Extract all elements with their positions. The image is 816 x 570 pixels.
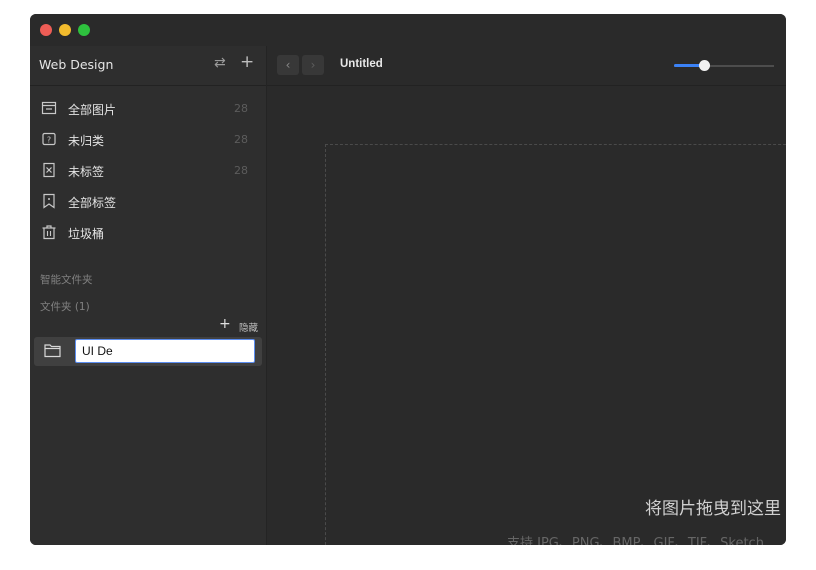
zoom-slider[interactable]	[674, 60, 774, 72]
back-button[interactable]: ‹	[277, 55, 299, 75]
minimize-window-button[interactable]	[59, 24, 71, 36]
sidebar-item-all-tags[interactable]: 全部标签	[30, 188, 266, 216]
zoom-slider-thumb[interactable]	[699, 60, 710, 71]
untagged-icon	[43, 162, 55, 178]
smart-folders-heading[interactable]: 智能文件夹	[40, 272, 93, 287]
add-folder-button[interactable]: +	[219, 316, 231, 332]
drop-zone-title: 将图片拖曳到这里	[645, 499, 781, 519]
page-title: Untitled	[340, 58, 383, 70]
trash-icon	[42, 225, 56, 240]
forward-button[interactable]: ›	[302, 55, 324, 75]
sidebar-item-trash[interactable]: 垃圾桶	[30, 219, 266, 247]
sidebar-item-label: 全部图片	[68, 103, 117, 117]
folders-heading[interactable]: 文件夹 (1)	[40, 299, 90, 314]
item-count: 28	[234, 164, 248, 177]
sidebar-item-label: 未标签	[68, 165, 105, 179]
sidebar-item-all-images[interactable]: 全部图片 28	[30, 95, 266, 123]
folder-item[interactable]	[34, 337, 262, 366]
all-tags-icon	[43, 193, 55, 209]
app-window: Web Design ⇄ + 全部图片 28 ? 未归类 28 未标签 28 全…	[30, 14, 786, 545]
item-count: 28	[234, 133, 248, 146]
toolbar: ‹ › Untitled	[267, 46, 786, 86]
switch-library-icon[interactable]: ⇄	[214, 55, 226, 71]
sidebar-item-label: 垃圾桶	[68, 227, 105, 241]
uncategorized-icon: ?	[42, 132, 56, 146]
all-images-icon	[41, 101, 57, 115]
svg-text:?: ?	[47, 136, 51, 145]
title-bar	[30, 14, 786, 46]
folder-icon	[44, 344, 61, 358]
sidebar-item-label: 全部标签	[68, 196, 117, 210]
sidebar-item-uncategorized[interactable]: ? 未归类 28	[30, 126, 266, 154]
main-panel: ‹ › Untitled 将图片拖曳到这里 支持 JPG、PNG、BMP、GIF…	[267, 46, 786, 545]
image-drop-zone[interactable]	[325, 144, 786, 545]
item-count: 28	[234, 102, 248, 115]
hide-folders-button[interactable]: 隐藏	[239, 320, 258, 334]
sidebar-item-untagged[interactable]: 未标签 28	[30, 157, 266, 185]
folder-name-input[interactable]	[75, 339, 255, 363]
sidebar-item-label: 未归类	[68, 134, 105, 148]
sidebar-header: Web Design ⇄ +	[30, 46, 266, 86]
add-icon[interactable]: +	[240, 52, 254, 72]
library-name[interactable]: Web Design	[39, 57, 113, 72]
close-window-button[interactable]	[40, 24, 52, 36]
sidebar: Web Design ⇄ + 全部图片 28 ? 未归类 28 未标签 28 全…	[30, 46, 267, 545]
maximize-window-button[interactable]	[78, 24, 90, 36]
supported-formats-text: 支持 JPG、PNG、BMP、GIF、TIF、Sketch	[507, 536, 764, 545]
